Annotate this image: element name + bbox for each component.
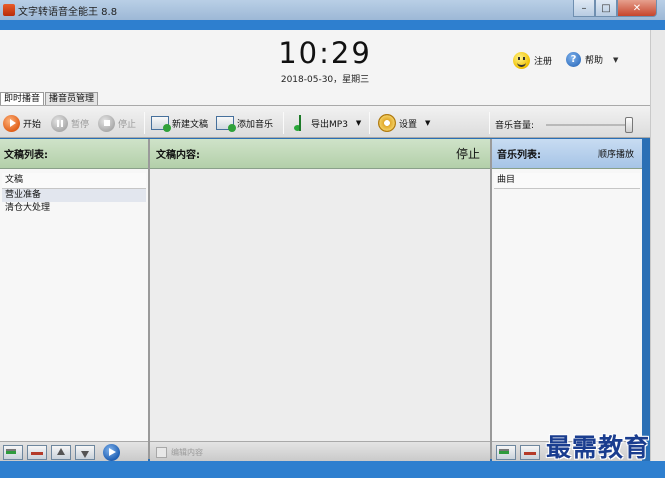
settings-label: 设置	[399, 119, 418, 130]
remove-track-button[interactable]	[520, 445, 540, 460]
export-label: 导出MP3	[311, 119, 348, 130]
export-mp3-button[interactable]: 导出MP3 ▼	[292, 113, 361, 133]
move-down-button[interactable]	[75, 445, 95, 460]
remove-doc-button[interactable]	[27, 445, 47, 460]
edit-icon	[156, 447, 167, 458]
stop-icon	[98, 114, 115, 132]
register-label: 注册	[534, 57, 553, 67]
clock-display: 10:29	[278, 36, 372, 70]
toolbar-divider	[489, 112, 490, 134]
doc-content-header: 文稿内容: 停止	[150, 139, 490, 169]
music-list-title: 音乐列表:	[497, 150, 541, 161]
doc-content-footer: 编辑内容	[150, 441, 490, 461]
new-doc-label: 新建文稿	[172, 119, 209, 130]
music-note-icon	[292, 114, 308, 132]
chevron-down-icon[interactable]: ▼	[425, 119, 430, 127]
edit-content-button[interactable]: 编辑内容	[156, 447, 203, 458]
pause-label: 暂停	[71, 119, 90, 130]
tab-live-broadcast[interactable]: 即时播音	[0, 92, 45, 105]
toolbar-divider	[144, 112, 145, 134]
right-edge	[650, 30, 665, 478]
start-label: 开始	[23, 119, 42, 130]
edit-content-label: 编辑内容	[171, 448, 203, 457]
add-music-icon	[216, 116, 236, 132]
play-doc-button[interactable]	[103, 444, 120, 461]
title-bar: 文字转语音全能王 8.8 – □ ✕	[0, 0, 665, 20]
help-menu[interactable]: ? 帮助 ▼	[566, 52, 618, 67]
play-mode-selector[interactable]: 顺序播放	[598, 147, 634, 160]
window-title: 文字转语音全能王 8.8	[18, 6, 118, 18]
volume-slider-thumb[interactable]	[625, 117, 633, 133]
music-list-pane[interactable]: 曲目	[492, 169, 642, 441]
register-link[interactable]: 注册	[513, 52, 552, 69]
list-item[interactable]: 营业准备	[2, 189, 146, 202]
stop-button[interactable]: 停止	[98, 113, 136, 133]
move-up-button[interactable]	[51, 445, 71, 460]
doc-list-header: 文稿列表:	[0, 139, 148, 169]
pause-icon	[51, 114, 68, 132]
help-label: 帮助	[585, 56, 604, 66]
doc-content-title: 文稿内容:	[156, 150, 200, 161]
chevron-down-icon[interactable]: ▼	[356, 119, 361, 127]
music-list-header: 音乐列表: 顺序播放	[492, 139, 642, 169]
list-item[interactable]: 清仓大处理	[2, 202, 146, 215]
close-button[interactable]: ✕	[617, 0, 657, 17]
doc-list-pane[interactable]: 文稿 营业准备 清仓大处理	[0, 169, 148, 441]
add-track-button[interactable]	[496, 445, 516, 460]
maximize-button[interactable]: □	[595, 0, 617, 17]
volume-label: 音乐音量:	[495, 121, 535, 131]
doc-list-footer	[0, 441, 148, 461]
add-music-button[interactable]: 添加音乐	[216, 113, 273, 133]
date-display: 2018-05-30，星期三	[280, 75, 370, 85]
toolbar-divider	[369, 112, 370, 134]
new-doc-button[interactable]: 新建文稿	[151, 113, 208, 133]
minimize-button[interactable]: –	[573, 0, 595, 17]
tab-announcer-management[interactable]: 播音员管理	[45, 92, 99, 105]
smiley-icon	[513, 52, 530, 69]
stop-label: 停止	[118, 119, 137, 130]
header: 10:29 2018-05-30，星期三 注册 ? 帮助 ▼	[0, 30, 650, 92]
pause-button[interactable]: 暂停	[51, 113, 89, 133]
start-button[interactable]: 开始	[3, 113, 41, 133]
doc-list-title: 文稿列表:	[4, 150, 48, 161]
help-icon: ?	[566, 52, 581, 67]
track-column-header[interactable]: 曲目	[494, 173, 640, 189]
volume-slider-track[interactable]	[546, 124, 632, 126]
add-music-label: 添加音乐	[237, 119, 274, 130]
main-tabs: 即时播音 播音员管理	[0, 91, 650, 105]
watermark: 最需教育	[546, 433, 651, 462]
play-icon	[3, 114, 20, 132]
toolbar: 开始 暂停 停止 新建文稿 添加音乐 导出MP3 ▼ 设置 ▼ 音乐音量:	[0, 105, 650, 138]
toolbar-divider	[283, 112, 284, 134]
add-doc-button[interactable]	[3, 445, 23, 460]
new-document-icon	[151, 116, 171, 132]
top-band	[0, 20, 665, 30]
settings-button[interactable]: 设置 ▼	[378, 113, 430, 133]
doc-column-header[interactable]: 文稿	[2, 173, 146, 189]
window-controls: – □ ✕	[573, 0, 657, 17]
doc-content-area[interactable]	[150, 169, 490, 441]
chevron-down-icon: ▼	[613, 55, 619, 64]
app-logo-icon	[3, 4, 15, 16]
playback-status: 停止	[455, 147, 480, 161]
gear-icon	[378, 114, 396, 132]
